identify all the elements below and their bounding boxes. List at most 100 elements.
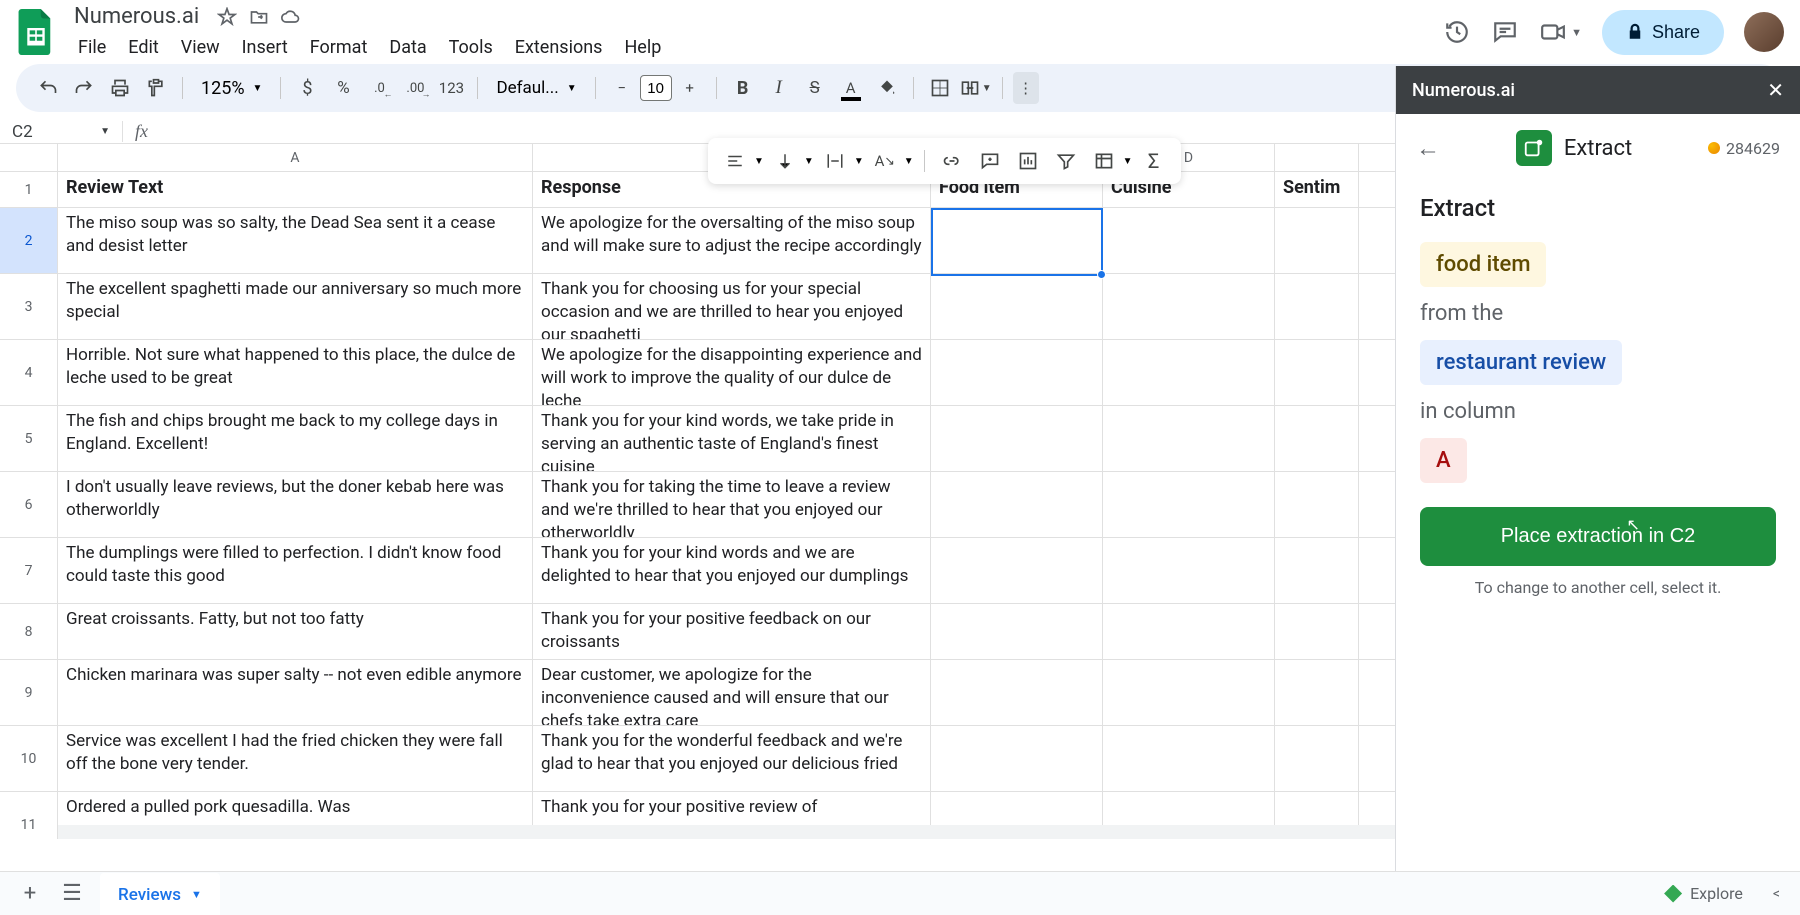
cell[interactable] — [931, 538, 1103, 603]
row-header[interactable]: 11 — [0, 792, 58, 839]
cell[interactable] — [1275, 472, 1359, 537]
cell[interactable] — [1103, 406, 1275, 471]
cell[interactable] — [1275, 340, 1359, 405]
text-rotation-button[interactable]: A↘▼ — [868, 144, 914, 178]
align-vertical-button[interactable]: ▼ — [768, 144, 814, 178]
menu-tools[interactable]: Tools — [439, 33, 503, 62]
cell[interactable]: Service was excellent I had the fried ch… — [58, 726, 533, 791]
comment-button[interactable] — [973, 144, 1007, 178]
row-header[interactable]: 4 — [0, 340, 58, 405]
fill-color-button[interactable] — [871, 72, 903, 104]
sheets-logo[interactable] — [16, 7, 56, 57]
borders-button[interactable] — [924, 72, 956, 104]
row-header[interactable]: 10 — [0, 726, 58, 791]
all-sheets-button[interactable]: ☰ — [58, 880, 86, 908]
italic-button[interactable]: I — [763, 72, 795, 104]
paint-format-button[interactable] — [140, 72, 172, 104]
document-title[interactable]: Numerous.ai — [68, 2, 205, 31]
cell[interactable] — [1103, 274, 1275, 339]
undo-button[interactable] — [32, 72, 64, 104]
cell[interactable] — [1103, 208, 1275, 273]
row-header[interactable]: 5 — [0, 406, 58, 471]
cell[interactable]: The fish and chips brought me back to my… — [58, 406, 533, 471]
cell[interactable]: The dumplings were filled to perfection.… — [58, 538, 533, 603]
sheet-tab-menu-icon[interactable]: ▼ — [191, 888, 202, 901]
cloud-saved-icon[interactable] — [281, 7, 301, 27]
currency-button[interactable]: $ — [291, 72, 323, 104]
menu-view[interactable]: View — [171, 33, 230, 62]
number-format-button[interactable]: 123 — [435, 72, 467, 104]
cell[interactable]: We apologize for the disappointing exper… — [533, 340, 931, 405]
cell[interactable] — [1103, 538, 1275, 603]
comments-icon[interactable] — [1491, 18, 1519, 46]
column-header-e[interactable] — [1275, 144, 1359, 171]
cell[interactable] — [931, 208, 1103, 273]
text-wrap-button[interactable]: ▼ — [818, 144, 864, 178]
cell[interactable] — [1103, 660, 1275, 725]
cell[interactable]: Great croissants. Fatty, but not too fat… — [58, 604, 533, 659]
user-avatar[interactable] — [1744, 12, 1784, 52]
menu-edit[interactable]: Edit — [118, 33, 168, 62]
print-button[interactable] — [104, 72, 136, 104]
menu-help[interactable]: Help — [614, 33, 671, 62]
cell[interactable] — [931, 660, 1103, 725]
cell[interactable] — [1275, 604, 1359, 659]
cell[interactable]: Review Text — [58, 172, 533, 207]
star-icon[interactable] — [217, 7, 237, 27]
back-icon[interactable]: ← — [1416, 134, 1440, 163]
cell[interactable]: Thank you for choosing us for your speci… — [533, 274, 931, 339]
decrease-fontsize-button[interactable]: − — [606, 72, 638, 104]
add-sheet-button[interactable]: + — [16, 880, 44, 908]
name-box[interactable]: C2▼ — [0, 122, 122, 142]
filter-button[interactable] — [1049, 144, 1083, 178]
cell[interactable]: Thank you for your kind words and we are… — [533, 538, 931, 603]
row-header[interactable]: 9 — [0, 660, 58, 725]
cell[interactable]: Sentim — [1275, 172, 1359, 207]
more-toolbar-button[interactable]: ⋮ — [1013, 72, 1039, 104]
cell[interactable] — [931, 406, 1103, 471]
zoom-select[interactable]: 125%▼ — [193, 78, 270, 99]
history-icon[interactable] — [1443, 18, 1471, 46]
cell[interactable] — [931, 274, 1103, 339]
cell[interactable]: The miso soup was so salty, the Dead Sea… — [58, 208, 533, 273]
row-header[interactable]: 7 — [0, 538, 58, 603]
bold-button[interactable]: B — [727, 72, 759, 104]
meet-icon[interactable] — [1539, 18, 1567, 46]
cell[interactable]: The excellent spaghetti made our anniver… — [58, 274, 533, 339]
increase-decimal-button[interactable]: .00→ — [399, 72, 431, 104]
cell[interactable] — [1103, 340, 1275, 405]
sheet-tab-reviews[interactable]: Reviews ▼ — [100, 873, 220, 915]
functions-button[interactable]: Σ — [1137, 144, 1171, 178]
cell[interactable] — [931, 340, 1103, 405]
row-header[interactable]: 3 — [0, 274, 58, 339]
cell[interactable] — [1275, 208, 1359, 273]
place-extraction-button[interactable]: Place extraction in C2 ↖ — [1420, 507, 1776, 566]
cell[interactable]: Thank you for taking the time to leave a… — [533, 472, 931, 537]
cell[interactable] — [1103, 472, 1275, 537]
align-horizontal-button[interactable]: ▼ — [718, 144, 764, 178]
cell[interactable]: Dear customer, we apologize for the inco… — [533, 660, 931, 725]
menu-extensions[interactable]: Extensions — [505, 33, 613, 62]
merge-button[interactable]: ▼ — [960, 72, 992, 104]
cell[interactable] — [1275, 274, 1359, 339]
font-select[interactable]: Defaul...▼ — [488, 78, 584, 98]
increase-fontsize-button[interactable]: + — [674, 72, 706, 104]
row-header[interactable]: 6 — [0, 472, 58, 537]
select-all-corner[interactable] — [0, 144, 58, 171]
cell[interactable] — [1275, 726, 1359, 791]
row-header[interactable]: 1 — [0, 172, 58, 207]
cell[interactable] — [931, 726, 1103, 791]
cell[interactable]: Thank you for your kind words, we take p… — [533, 406, 931, 471]
chart-button[interactable] — [1011, 144, 1045, 178]
redo-button[interactable] — [68, 72, 100, 104]
cell[interactable] — [1275, 660, 1359, 725]
cell[interactable] — [931, 472, 1103, 537]
cell[interactable] — [1275, 406, 1359, 471]
link-button[interactable] — [935, 144, 969, 178]
filter-views-button[interactable]: ▼ — [1087, 144, 1133, 178]
decrease-decimal-button[interactable]: .0← — [363, 72, 395, 104]
fontsize-input[interactable] — [640, 75, 672, 101]
percent-button[interactable]: % — [327, 72, 359, 104]
strikethrough-button[interactable]: S — [799, 72, 831, 104]
row-header[interactable]: 2 — [0, 208, 58, 273]
